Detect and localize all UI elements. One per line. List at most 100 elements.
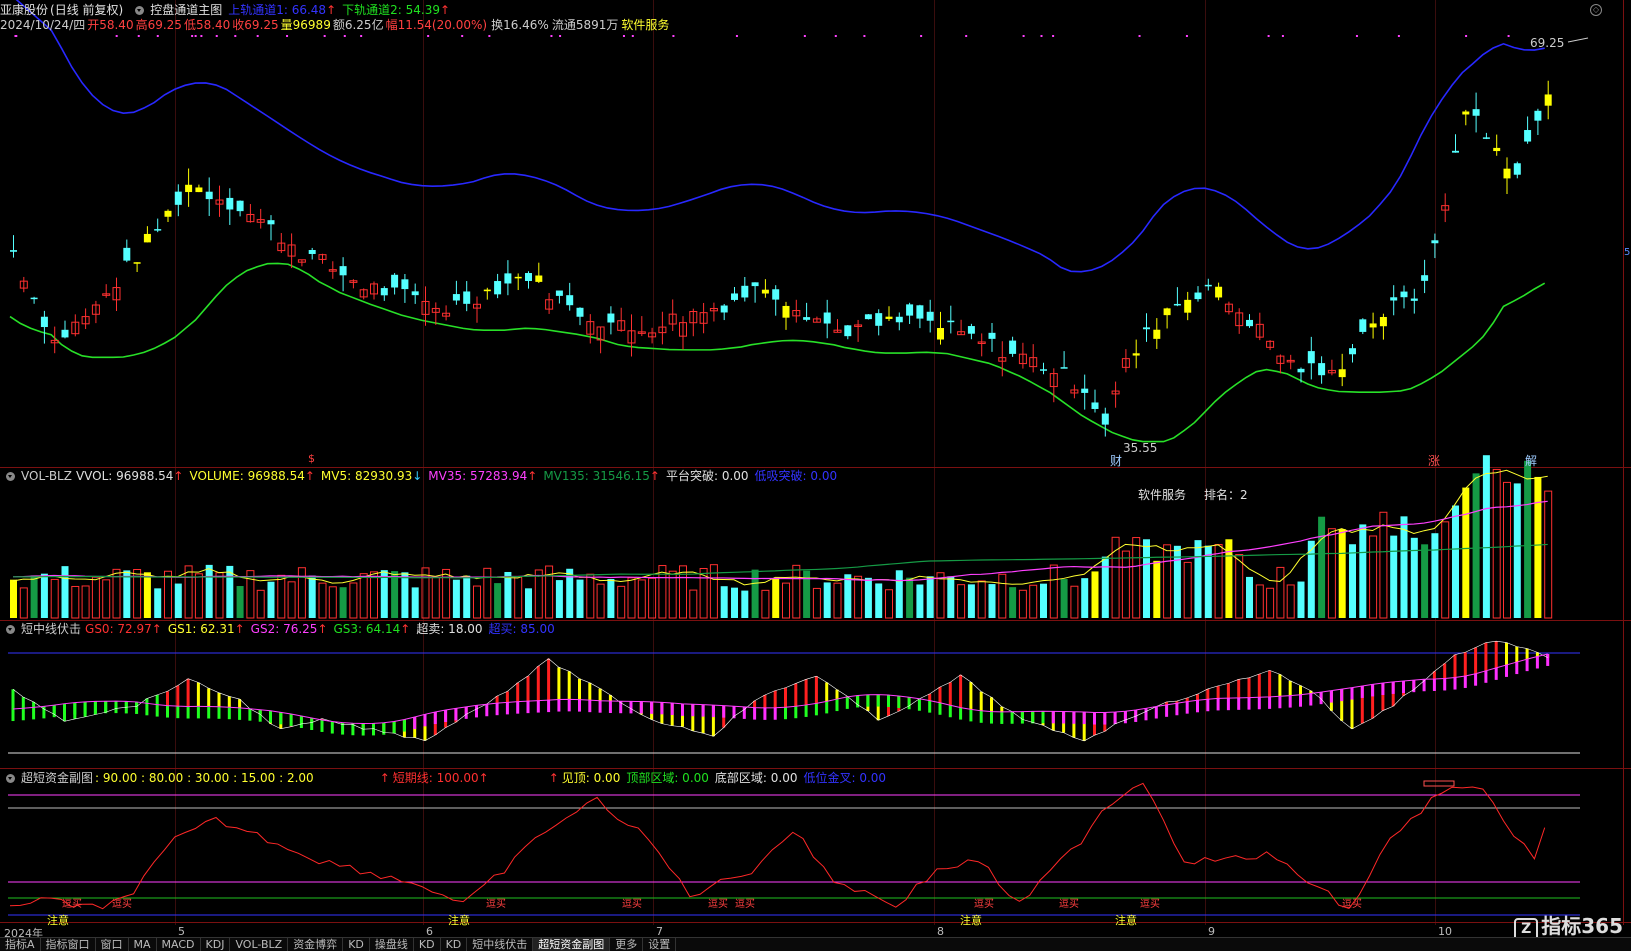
candle-body <box>823 312 831 324</box>
volume-bar <box>1503 481 1511 619</box>
tab-13[interactable]: 超短资金副图 <box>533 938 611 951</box>
volume-bar <box>1194 540 1202 618</box>
signal-dot <box>215 35 218 37</box>
volume-bar <box>833 582 842 619</box>
volume-bar <box>71 585 80 619</box>
candle-body <box>463 291 471 304</box>
signal-dot <box>622 35 625 37</box>
tab-6[interactable]: VOL-BLZ <box>230 938 289 951</box>
candle-body <box>452 294 460 301</box>
candle-body <box>1349 348 1356 355</box>
fund-bottom-zone: 底部区域: 0.00 <box>714 771 798 785</box>
buy-signal: 逗买 <box>1140 899 1160 910</box>
candle-body <box>164 210 172 217</box>
candle-body <box>947 320 955 323</box>
volume-bar <box>504 571 512 618</box>
short-gs2: GS2: 76.25 <box>250 622 318 636</box>
tab-2[interactable]: 窗口 <box>96 938 129 951</box>
settings-icon[interactable] <box>6 472 15 481</box>
volume-bar <box>906 577 914 618</box>
stock-name[interactable]: 亚康股份 <box>0 3 48 17</box>
signal-dot <box>1185 35 1188 37</box>
quote-high: 高69.25 <box>135 18 182 32</box>
tab-5[interactable]: KDJ <box>201 938 231 951</box>
indicator-name[interactable]: 控盘通道主图 <box>150 3 222 17</box>
volume-bar <box>308 575 316 618</box>
tab-8[interactable]: KD <box>343 938 370 951</box>
candle-body <box>926 311 934 321</box>
volume-bar <box>1544 490 1553 619</box>
candle-body <box>1009 340 1017 354</box>
marker-jie[interactable]: 解 <box>1525 452 1537 469</box>
fund-cycle: 短期线: 100.00 <box>392 771 479 785</box>
candle-body <box>483 289 491 292</box>
short-name[interactable]: 短中线伏击 <box>21 622 81 636</box>
signal-dot <box>15 35 18 37</box>
volume-bar <box>401 572 409 618</box>
candle-body <box>1153 329 1161 339</box>
fund-name[interactable]: 超短资金副图 <box>21 771 93 785</box>
tab-15[interactable]: 设置 <box>643 938 677 951</box>
volume-bar <box>1482 455 1490 618</box>
candle-body <box>1215 286 1223 298</box>
candle-body <box>525 273 532 281</box>
candle-body <box>1246 319 1253 327</box>
up-arrow-icon: ↑ <box>173 469 184 483</box>
quote-sector[interactable]: 软件服务 <box>621 18 669 32</box>
vol-mv135: MV135: 31546.15 <box>543 469 650 483</box>
volume-bar <box>957 584 966 619</box>
candle-body <box>1524 130 1532 142</box>
tab-12[interactable]: 短中线伏击 <box>467 938 534 951</box>
tab-3[interactable]: MA <box>129 938 157 951</box>
candle-body <box>1544 94 1552 106</box>
candle-body <box>123 247 131 261</box>
vol-name[interactable]: VOL-BLZ <box>21 469 72 483</box>
marker-s[interactable]: $ <box>308 452 315 465</box>
candle-body <box>535 275 543 282</box>
marker-zhang[interactable]: 涨 <box>1428 452 1440 469</box>
gs2-line <box>12 653 1548 725</box>
up-arrow-icon: ↑ <box>326 3 337 17</box>
tab-10[interactable]: KD <box>414 938 441 951</box>
chart-mode[interactable]: (日线 前复权) <box>50 3 123 17</box>
tab-4[interactable]: MACD <box>157 938 201 951</box>
volume-bar <box>885 589 893 619</box>
candle-body <box>844 325 852 337</box>
close-icon[interactable]: ◇ <box>1590 4 1602 16</box>
tab-14[interactable]: 更多 <box>610 938 644 951</box>
volume-bar <box>1040 583 1047 618</box>
candle-body <box>1493 147 1501 152</box>
candle-body <box>916 305 924 319</box>
candle-body <box>720 305 728 313</box>
volume-bar <box>1431 533 1439 618</box>
quote-open: 开58.40 <box>87 18 134 32</box>
candle-body <box>576 307 584 317</box>
volume-bar <box>607 578 615 618</box>
tab-7[interactable]: 资金博弈 <box>288 938 344 951</box>
quote-turnover: 换16.46% <box>491 18 549 32</box>
tab-9[interactable]: 操盘线 <box>370 938 414 951</box>
candle-body <box>1410 298 1418 301</box>
candle-body <box>30 297 38 300</box>
volume-bar <box>936 572 945 619</box>
candle-body <box>751 282 759 287</box>
candle-body <box>895 316 903 323</box>
tab-11[interactable]: KD <box>441 938 468 951</box>
signal-dot <box>1397 35 1400 37</box>
volume-bar <box>143 572 151 618</box>
vol-volume: VOLUME: 96988.54 <box>189 469 305 483</box>
settings-icon[interactable] <box>6 625 15 634</box>
signal-dot <box>550 35 553 37</box>
marker-cai[interactable]: 财 <box>1110 452 1122 469</box>
tab-0[interactable]: 指标A <box>0 938 41 951</box>
settings-icon[interactable] <box>6 774 15 783</box>
settings-icon[interactable] <box>135 6 145 15</box>
candle-body <box>185 184 193 193</box>
logo-text: 指标365 <box>1541 914 1623 938</box>
volume-bar <box>782 582 790 619</box>
tab-1[interactable]: 指标窗口 <box>41 938 96 951</box>
candle-body <box>772 289 780 300</box>
up-arrow-icon: ↑ <box>234 622 245 636</box>
kline-chart[interactable] <box>0 0 1631 925</box>
down-arrow-icon: ↓ <box>412 469 423 483</box>
